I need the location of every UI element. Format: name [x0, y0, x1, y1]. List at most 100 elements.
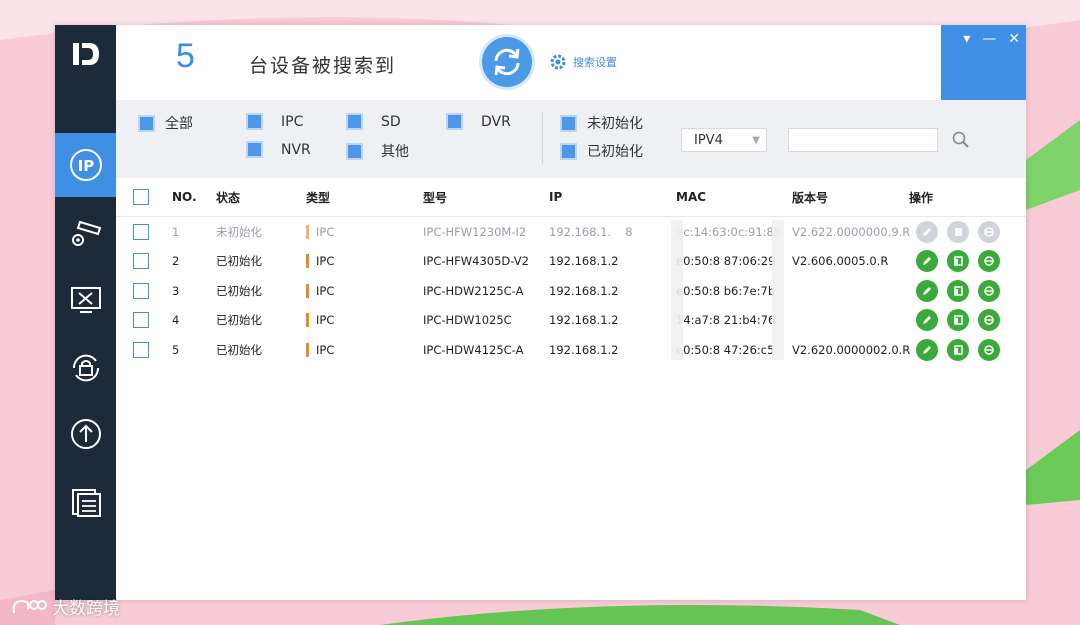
gear-icon: [550, 54, 566, 70]
watermark-text: 大数跨境: [52, 599, 120, 619]
checkbox-box: [133, 282, 149, 299]
web-button[interactable]: [978, 220, 1000, 243]
info-button[interactable]: [947, 250, 969, 273]
filter-sd-checkbox[interactable]: SD: [346, 113, 401, 130]
row-type: IPC: [306, 306, 334, 336]
edit-button[interactable]: [916, 250, 938, 273]
row-ip: 192.168.1.2: [549, 283, 619, 298]
row-no: 1: [172, 224, 180, 239]
col-header-type[interactable]: 类型: [306, 178, 330, 216]
row-checkbox[interactable]: [133, 217, 149, 247]
row-no: 3: [172, 283, 180, 298]
checkbox-box: [133, 253, 149, 270]
document-icon: [954, 315, 963, 325]
minimize-icon[interactable]: —: [982, 31, 996, 47]
col-header-no[interactable]: NO.: [172, 178, 197, 216]
row-model: IPC-HFW4305D-V2: [423, 254, 529, 269]
checkbox-box: [133, 341, 149, 358]
col-header-mac[interactable]: MAC: [676, 178, 706, 216]
col-header-status[interactable]: 状态: [216, 178, 240, 216]
row-mac: 9c:14:63:0c:91:85: [676, 224, 782, 239]
row-version: V2.620.0000002.0.R: [792, 342, 911, 357]
row-model: IPC-HDW1025C: [423, 313, 512, 328]
info-button[interactable]: [947, 279, 969, 302]
document-icon: [954, 256, 963, 266]
row-type: IPC: [306, 247, 334, 277]
row-status: 未初始化: [216, 224, 262, 239]
filter-all-label: 全部: [165, 116, 193, 132]
close-icon[interactable]: ✕: [1008, 31, 1020, 47]
row-checkbox[interactable]: [133, 306, 149, 336]
sidebar-item-ip-config[interactable]: IP: [55, 133, 116, 197]
info-button[interactable]: [947, 309, 969, 332]
sidebar-item-records[interactable]: [55, 470, 116, 534]
table-row[interactable]: 4 已初始化 IPC IPC-HDW1025C 192.168.1.2 14:a…: [116, 306, 1026, 336]
edit-button[interactable]: [916, 220, 938, 243]
row-checkbox[interactable]: [133, 276, 149, 306]
table-row[interactable]: 2 已初始化 IPC IPC-HFW4305D-V2 192.168.1.2 e…: [116, 247, 1026, 277]
search-icon[interactable]: [951, 130, 971, 150]
checkbox-box: [446, 113, 463, 130]
row-model: IPC-HDW2125C-A: [423, 283, 524, 298]
checkbox-box: [346, 142, 363, 160]
search-input[interactable]: [788, 128, 938, 152]
edit-button[interactable]: [916, 338, 938, 361]
web-button[interactable]: [978, 279, 1000, 302]
col-header-model[interactable]: 型号: [423, 178, 447, 216]
info-button[interactable]: [947, 338, 969, 361]
row-model: IPC-HDW4125C-A: [423, 342, 524, 357]
edit-icon: [923, 316, 931, 325]
filter-bar: 全部 IPC SD DVR NVR 其他 未初始化 已初始化 IPV4 ▼: [116, 100, 1026, 178]
search-settings-link[interactable]: 搜索设置: [549, 53, 617, 71]
sidebar-item-password-reset[interactable]: [55, 336, 116, 400]
refresh-search-button[interactable]: [482, 37, 532, 87]
sidebar-item-tools[interactable]: [55, 268, 116, 332]
filter-uninit-checkbox[interactable]: 未初始化: [560, 113, 643, 133]
checkbox-box: [133, 223, 149, 240]
row-ip-value: 192.168.1.: [549, 224, 612, 239]
filter-sd-label: SD: [381, 113, 401, 130]
col-header-ip[interactable]: IP: [549, 178, 562, 216]
web-button[interactable]: [978, 250, 1000, 273]
col-header-version[interactable]: 版本号: [792, 178, 828, 216]
type-marker: [306, 224, 309, 239]
search-settings-label: 搜索设置: [573, 56, 617, 69]
menu-dropdown-icon[interactable]: ▾: [963, 31, 970, 47]
table-row[interactable]: 5 已初始化 IPC IPC-HDW4125C-A 192.168.1.2 e0…: [116, 335, 1026, 365]
row-actions: [916, 306, 1000, 336]
edit-button[interactable]: [916, 309, 938, 332]
web-button[interactable]: [978, 338, 1000, 361]
type-marker: [306, 254, 309, 269]
filter-init-checkbox[interactable]: 已初始化: [560, 141, 643, 161]
filter-all-checkbox[interactable]: 全部: [138, 113, 193, 133]
ip-version-select[interactable]: IPV4 ▼: [681, 128, 767, 152]
filter-nvr-checkbox[interactable]: NVR: [246, 141, 311, 158]
row-no: 4: [172, 313, 180, 328]
row-checkbox[interactable]: [133, 247, 149, 277]
row-status: 已初始化: [216, 254, 262, 269]
table-row[interactable]: 1 未初始化 IPC IPC-HFW1230M-I2 192.168.1. 8 9…: [116, 217, 1026, 247]
checkbox-box: [346, 113, 363, 130]
filter-other-checkbox[interactable]: 其他: [346, 141, 409, 161]
filter-dvr-checkbox[interactable]: DVR: [446, 113, 511, 130]
row-ip: 192.168.1.2: [549, 342, 619, 357]
browser-icon: [984, 285, 994, 296]
info-button[interactable]: [947, 220, 969, 243]
app-logo-icon: [73, 43, 99, 65]
row-mac: e0:50:8 87:06:29: [676, 254, 776, 269]
row-actions: [916, 217, 1000, 247]
row-checkbox[interactable]: [133, 335, 149, 365]
sidebar-item-device-config[interactable]: [55, 200, 116, 264]
device-table: NO. 状态 类型 型号 IP MAC 版本号 操作 1 未初始化 IPC IP…: [116, 178, 1026, 365]
select-all-checkbox[interactable]: [133, 178, 149, 216]
row-ip: 192.168.1. 8: [549, 217, 633, 247]
table-row[interactable]: 3 已初始化 IPC IPC-HDW2125C-A 192.168.1.2 e0…: [116, 276, 1026, 306]
filter-ipc-label: IPC: [281, 113, 304, 130]
filter-uninit-label: 未初始化: [587, 116, 643, 132]
sidebar-item-upgrade[interactable]: [55, 402, 116, 466]
web-button[interactable]: [978, 309, 1000, 332]
filter-ipc-checkbox[interactable]: IPC: [246, 113, 303, 130]
device-count: 5: [176, 37, 195, 75]
watermark-logo-icon: [12, 599, 47, 613]
edit-button[interactable]: [916, 279, 938, 302]
